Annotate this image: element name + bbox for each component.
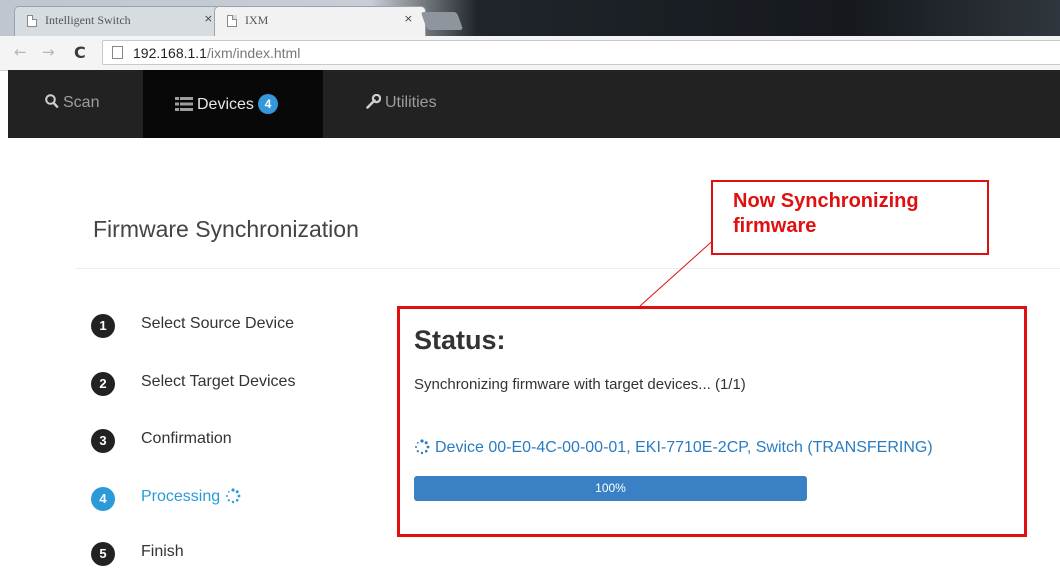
annotation-line: Now Synchronizing xyxy=(733,190,919,212)
callout-leader-line xyxy=(639,235,719,307)
annotation-line: firmware xyxy=(733,215,817,237)
annotation-callout: Now Synchronizing firmware xyxy=(711,180,989,255)
